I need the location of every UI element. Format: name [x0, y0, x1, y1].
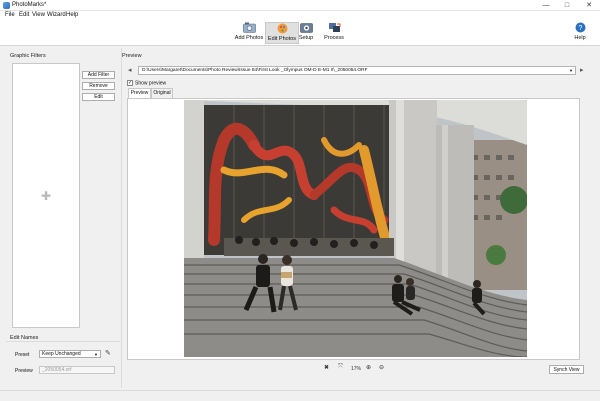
menu-file[interactable]: File	[5, 12, 15, 18]
filter-list[interactable]: ✚	[12, 63, 80, 328]
preset-label: Preset	[15, 352, 30, 358]
edit-photos-icon	[277, 23, 287, 34]
show-preview-checkbox[interactable]: ✓ Show preview	[127, 80, 166, 86]
menu-bar: File Edit View Wizard Help	[0, 11, 600, 20]
chevron-down-icon: ▼	[569, 68, 573, 73]
zoom-level: 17%	[351, 366, 362, 372]
zoom-in-icon[interactable]: ⊕	[366, 364, 371, 371]
panel-divider	[121, 48, 122, 388]
minimize-button[interactable]: —	[539, 0, 553, 11]
photo-path-select[interactable]: D:\Users\Margaret\Documents\Photo Review…	[138, 66, 576, 75]
menu-wizard[interactable]: Wizard	[47, 12, 66, 18]
preview-label: Preview	[15, 368, 33, 374]
window-title: PhotoMarks*	[12, 2, 47, 8]
previous-photo-arrow-icon[interactable]: ◂	[128, 66, 132, 75]
title-bar: PhotoMarks* — □ ✕	[0, 0, 600, 11]
menu-help[interactable]: Help	[66, 12, 78, 18]
main-toolbar: Add Photos Edit Photos Setup Process ? H…	[0, 20, 600, 46]
add-filter-button[interactable]: Add Filter	[82, 71, 115, 79]
preview-title: Preview	[122, 53, 142, 59]
app-icon	[3, 2, 10, 9]
preset-value: Keep Unchanged	[42, 351, 81, 357]
maximize-button[interactable]: □	[560, 0, 574, 11]
setup-icon	[299, 23, 313, 33]
add-filter-plus-icon: ✚	[41, 189, 52, 203]
menu-edit[interactable]: Edit	[19, 12, 29, 18]
next-photo-arrow-icon[interactable]: ▸	[580, 66, 584, 75]
photo-preview-image	[184, 100, 527, 357]
remove-filter-button[interactable]: Remove	[82, 82, 115, 90]
zoom-out-icon[interactable]: ⊖	[379, 364, 384, 371]
show-preview-label: Show preview	[135, 80, 167, 87]
menu-view[interactable]: View	[32, 12, 45, 18]
photo-scene	[184, 100, 527, 357]
photo-path-value: D:\Users\Margaret\Documents\Photo Review…	[142, 68, 368, 73]
svg-text:?: ?	[578, 25, 582, 32]
status-bar	[0, 390, 600, 401]
fit-screen-icon[interactable]: ✖	[324, 364, 329, 371]
help-button[interactable]: ? Help	[563, 22, 597, 44]
add-photos-button[interactable]: Add Photos	[232, 22, 266, 44]
process-button[interactable]: Process	[317, 22, 351, 44]
close-button[interactable]: ✕	[582, 0, 596, 11]
graphic-filters-title: Graphic Filters	[10, 53, 46, 59]
filename-preview-field: _2050054.orf	[39, 366, 115, 374]
checkbox-checked-icon: ✓	[127, 80, 133, 86]
help-icon: ?	[575, 22, 585, 33]
tab-original[interactable]: Original	[151, 88, 173, 98]
pencil-icon[interactable]: ✎	[105, 349, 111, 357]
edit-filter-button[interactable]: Edit	[82, 93, 115, 101]
add-photos-icon	[242, 22, 256, 33]
actual-size-icon[interactable]: ⤧	[338, 364, 343, 371]
chevron-down-icon: ▼	[94, 352, 98, 357]
sync-view-button[interactable]: Synch View	[549, 365, 584, 374]
preset-select[interactable]: Keep Unchanged ▼	[39, 350, 101, 358]
process-icon	[328, 23, 340, 32]
